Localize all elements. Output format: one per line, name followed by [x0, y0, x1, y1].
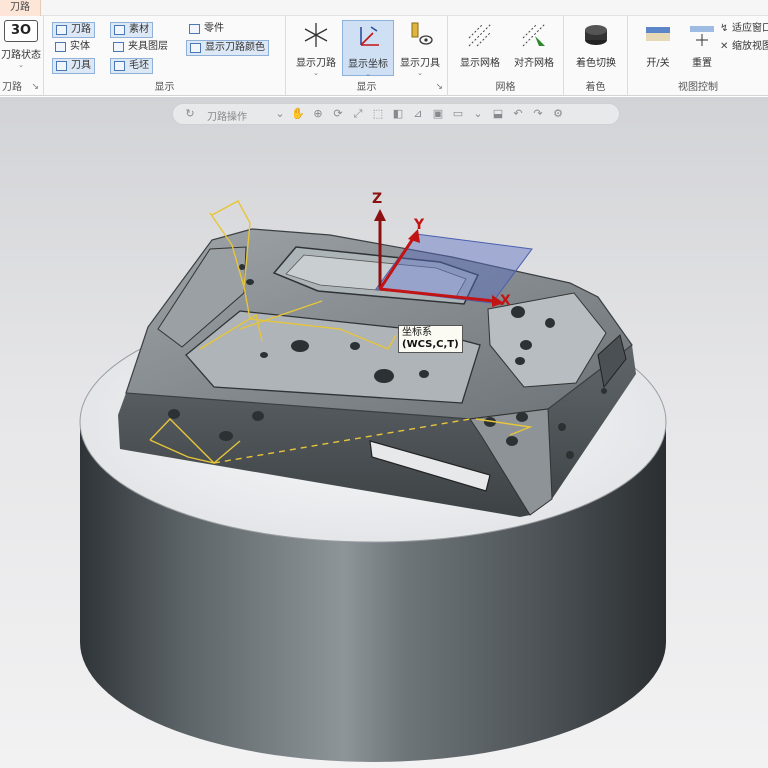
coordinate-axes-icon: [360, 26, 379, 46]
zoom-view-item[interactable]: ✕ 缩放视图: [718, 40, 768, 56]
group-label-grid: 网格: [495, 82, 516, 93]
toolpath-icon: [56, 25, 67, 35]
ribbon-group-shading: 着色切换 着色: [564, 16, 628, 96]
show-grid-button[interactable]: 显示网格: [454, 20, 506, 76]
tool-icon: [56, 61, 67, 71]
display-tool-toggle[interactable]: 刀具: [52, 58, 95, 74]
chevron-down-icon: ⌄: [417, 69, 423, 77]
group-launcher-icon[interactable]: ↘: [31, 82, 39, 92]
zoom-icon: ✕: [720, 41, 729, 52]
wcs-value: (WCS,C,T): [402, 339, 459, 350]
group-launcher-icon[interactable]: ↘: [435, 82, 443, 92]
shading-icon: [585, 25, 607, 45]
z-axis-label: Z: [372, 191, 383, 207]
reset-view-icon: [690, 26, 714, 46]
x-axis-label: X: [500, 293, 511, 309]
chevron-down-icon: ⌄: [18, 61, 24, 69]
wcs-tooltip: 坐标系 (WCS,C,T): [398, 325, 463, 353]
fit-icon: ↯: [720, 23, 729, 34]
chevron-down-icon: ⌄: [313, 69, 319, 77]
blank-icon: [114, 61, 125, 71]
y-axis-label: Y: [414, 217, 425, 233]
toolpath-status-icon: 3O: [4, 20, 38, 42]
ribbon-group-display: 刀路 素材 实体 夹具图层 刀具 毛坯 零件 显示刀路颜色 显示: [44, 16, 286, 96]
part-icon: [189, 24, 200, 34]
solid-icon: [55, 42, 66, 52]
display-part-toggle[interactable]: 零件: [186, 22, 227, 38]
fit-window-item[interactable]: ↯ 适应窗口: [718, 22, 768, 38]
show-toolpath-button[interactable]: 显示刀路 ⌄: [290, 20, 342, 77]
ribbon-group-grid: 显示网格 对齐网格 网格: [448, 16, 564, 96]
ribbon: 3O 刀路状态 ⌄ 刀路 ↘ 刀路 素材 实体 夹具图层 刀具 毛坯 零件 显示…: [0, 16, 768, 96]
show-tool-button[interactable]: 显示刀具 ⌄: [394, 20, 446, 77]
color-icon: [190, 43, 201, 53]
tool-eye-icon: [411, 22, 433, 45]
ribbon-group-view-control: 开/关 重置 ↯ 适应窗口 ✕ 缩放视图 视图控制: [628, 16, 768, 96]
toolpath-status-button[interactable]: 3O 刀路状态 ⌄: [0, 20, 46, 76]
display-fixture-layer-toggle[interactable]: 夹具图层: [110, 40, 171, 56]
3d-scene: [79, 200, 667, 762]
z-axis-arrow: [374, 209, 386, 221]
view-plane-icon: [646, 27, 670, 41]
ribbon-group-show: 显示刀路 ⌄ 显示坐标 ⌄ 显示刀具 ⌄ 显示 ↘: [286, 16, 448, 96]
chevron-down-icon: ⌄: [365, 70, 371, 78]
align-grid-icon: [522, 23, 546, 47]
title-bar: 刀路: [0, 0, 768, 16]
3d-viewport[interactable]: ↻ 刀路操作 ⌄ ✋ ⊕ ⟳ ⤢ ⬚ ◧ ⊿ ▣ ▭ ⌄ ⬓ ↶ ↷ ⚙ Z Y…: [0, 97, 768, 768]
display-blank-toggle[interactable]: 毛坯: [110, 58, 153, 74]
display-toolpath-toggle[interactable]: 刀路: [52, 22, 95, 38]
display-solid-toggle[interactable]: 实体: [52, 40, 93, 56]
stock-icon: [114, 25, 125, 35]
group-label-shading: 着色: [585, 82, 606, 93]
shading-toggle-button[interactable]: 着色切换: [570, 20, 622, 76]
align-grid-button[interactable]: 对齐网格: [508, 20, 560, 76]
group-label-view-control: 视图控制: [678, 82, 718, 93]
wcs-title: 坐标系: [402, 327, 432, 338]
layer-icon: [113, 42, 124, 52]
display-stock-toggle[interactable]: 素材: [110, 22, 153, 38]
show-coordinates-button[interactable]: 显示坐标 ⌄: [342, 20, 394, 78]
ribbon-group-toolpath: 3O 刀路状态 ⌄ 刀路 ↘: [0, 16, 44, 96]
grid-icon: [468, 23, 492, 47]
tab-toolpath[interactable]: 刀路: [0, 0, 41, 16]
group-label-display: 显示: [154, 82, 175, 93]
group-label-show: 显示: [356, 82, 377, 93]
asterisk-icon: [304, 23, 328, 47]
display-toolpath-color-toggle[interactable]: 显示刀路颜色: [186, 40, 269, 56]
